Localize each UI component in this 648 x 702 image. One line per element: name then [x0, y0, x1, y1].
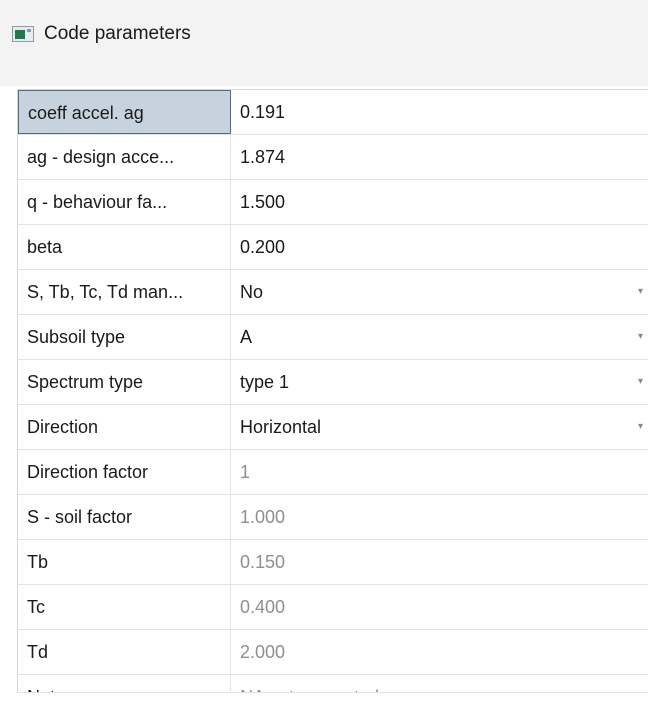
parameter-label[interactable]: Subsoil type — [18, 315, 231, 359]
parameter-label[interactable]: Note — [18, 675, 231, 692]
parameter-row[interactable]: Direction factor 1 — [18, 450, 648, 495]
parameter-label[interactable]: beta — [18, 225, 231, 269]
parameter-row[interactable]: S - soil factor 1.000 — [18, 495, 648, 540]
parameter-row[interactable]: beta 0.200 — [18, 225, 648, 270]
parameter-dropdown[interactable]: type 1 ▾ — [231, 360, 648, 404]
window-header: Code parameters — [0, 0, 648, 86]
parameter-dropdown[interactable]: No ▾ — [231, 270, 648, 314]
parameter-value: NA not supported — [240, 687, 379, 692]
parameter-value: 1.500 — [240, 192, 286, 212]
parameter-grid: coeff accel. ag 0.191 ag - design acce... 1… — [17, 89, 648, 693]
parameter-value: 0.191 — [240, 102, 286, 122]
parameter-label[interactable]: Direction factor — [18, 450, 231, 494]
parameter-value: type 1 — [240, 372, 290, 392]
parameter-value: Horizontal — [240, 417, 322, 437]
parameter-value: A — [240, 327, 253, 347]
parameter-row[interactable]: Note NA not supported — [18, 675, 648, 693]
parameter-value: 0.400 — [240, 597, 286, 617]
parameter-row[interactable]: Spectrum type type 1 ▾ — [18, 360, 648, 405]
parameter-label[interactable]: Tb — [18, 540, 231, 584]
parameter-value-readonly: 1 — [231, 450, 648, 494]
parameter-value: 1 — [240, 462, 251, 482]
parameter-value: 2.000 — [240, 642, 286, 662]
parameter-value-readonly: 1.000 — [231, 495, 648, 539]
parameter-row[interactable]: Td 2.000 — [18, 630, 648, 675]
parameter-row[interactable]: S, Tb, Tc, Td man... No ▾ — [18, 270, 648, 315]
parameter-row[interactable]: Subsoil type A ▾ — [18, 315, 648, 360]
parameter-value: 1.874 — [240, 147, 286, 167]
parameter-value: 0.200 — [240, 237, 286, 257]
parameter-label[interactable]: q - behaviour fa... — [18, 180, 231, 224]
chevron-down-icon[interactable]: ▾ — [638, 405, 643, 449]
parameter-value-field[interactable]: 1.500 — [231, 180, 648, 224]
parameter-label[interactable]: ag - design acce... — [18, 135, 231, 179]
parameter-label[interactable]: Direction — [18, 405, 231, 449]
chevron-down-icon[interactable]: ▾ — [638, 270, 643, 314]
parameter-row[interactable]: ag - design acce... 1.874 — [18, 135, 648, 180]
parameter-value-field[interactable]: 0.191 — [231, 90, 648, 134]
window-icon — [12, 26, 34, 42]
window-title-row: Code parameters — [12, 22, 191, 46]
parameter-dropdown[interactable]: A ▾ — [231, 315, 648, 359]
parameter-value: No — [240, 282, 264, 302]
parameter-row[interactable]: q - behaviour fa... 1.500 — [18, 180, 648, 225]
chevron-down-icon[interactable]: ▾ — [638, 360, 643, 404]
parameter-row[interactable]: Tc 0.400 — [18, 585, 648, 630]
parameter-label[interactable]: Tc — [18, 585, 231, 629]
parameter-label[interactable]: S - soil factor — [18, 495, 231, 539]
parameter-value: 0.150 — [240, 552, 286, 572]
parameter-value-readonly: 0.150 — [231, 540, 648, 584]
window-title: Code parameters — [44, 23, 191, 44]
parameter-value-readonly: 2.000 — [231, 630, 648, 674]
parameter-dropdown[interactable]: Horizontal ▾ — [231, 405, 648, 449]
parameter-value: 1.000 — [240, 507, 286, 527]
parameter-row[interactable]: Tb 0.150 — [18, 540, 648, 585]
parameter-label[interactable]: S, Tb, Tc, Td man... — [18, 270, 231, 314]
parameter-label[interactable]: Spectrum type — [18, 360, 231, 404]
parameter-label[interactable]: Td — [18, 630, 231, 674]
parameter-row[interactable]: Direction Horizontal ▾ — [18, 405, 648, 450]
parameter-row[interactable]: coeff accel. ag 0.191 — [18, 90, 648, 135]
parameter-value-field[interactable]: 1.874 — [231, 135, 648, 179]
parameter-value-readonly: 0.400 — [231, 585, 648, 629]
parameter-value-field[interactable]: 0.200 — [231, 225, 648, 269]
parameter-label[interactable]: coeff accel. ag — [18, 90, 231, 134]
chevron-down-icon[interactable]: ▾ — [638, 315, 643, 359]
parameter-value-readonly: NA not supported — [231, 675, 648, 692]
